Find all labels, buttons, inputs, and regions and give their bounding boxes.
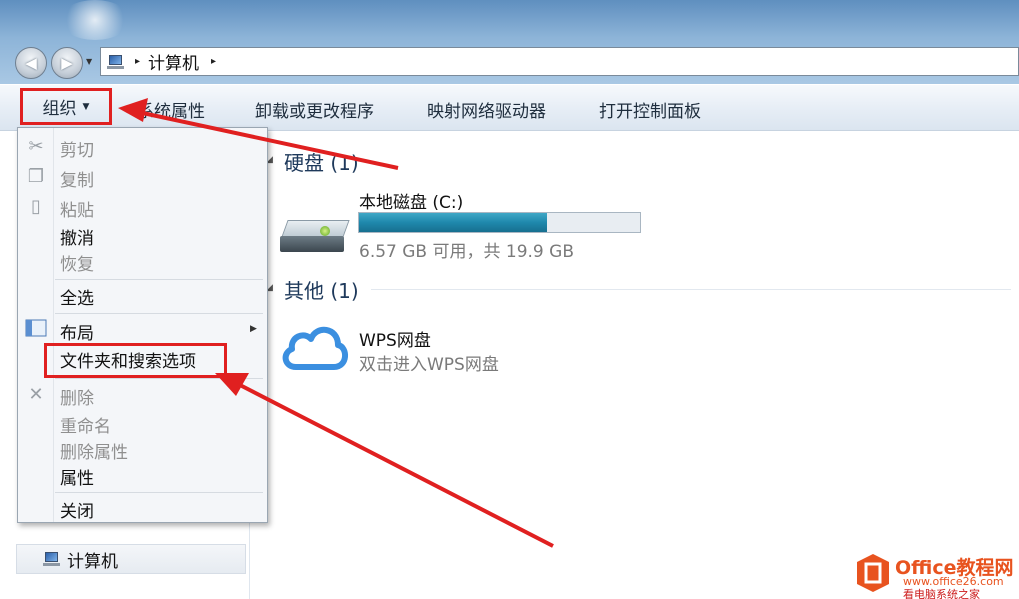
group-header-hard-disks[interactable]: 硬盘 (1)	[284, 147, 371, 176]
drive-name[interactable]: 本地磁盘 (C:)	[359, 188, 463, 213]
arrow-left-icon: ◀	[25, 54, 37, 72]
menu-separator	[55, 279, 263, 280]
breadcrumb-trailing-separator-icon[interactable]: ▸	[211, 56, 216, 67]
group-title: 硬盘 (1)	[284, 151, 359, 175]
menu-separator	[55, 313, 263, 314]
annotation-highlight-box	[44, 343, 227, 378]
paste-icon: ▯	[31, 195, 41, 217]
submenu-arrow-icon: ▶	[250, 324, 257, 334]
computer-icon	[43, 552, 61, 566]
menu-item-properties[interactable]: 属性	[60, 464, 94, 489]
breadcrumb-computer[interactable]: 计算机	[148, 49, 199, 74]
address-bar[interactable]: ▸ 计算机 ▸	[100, 47, 1019, 76]
content-pane: ◢ 硬盘 (1) 本地磁盘 (C:) 6.57 GB 可用，共 19.9 GB …	[262, 131, 1019, 599]
watermark: Office教程网 www.office26.com 看电脑系统之家	[855, 551, 1019, 599]
wps-drive-description: 双击进入WPS网盘	[359, 355, 499, 375]
history-dropdown-icon[interactable]: ▼	[86, 57, 92, 66]
delete-icon: ✕	[28, 383, 44, 405]
menu-item-layout[interactable]: 布局	[60, 319, 94, 344]
organize-label: 组织	[42, 99, 77, 119]
back-button[interactable]: ◀	[15, 47, 47, 79]
menu-item-paste[interactable]: 粘贴	[60, 196, 94, 221]
command-bar: 组织 ▼ 系统属性 卸载或更改程序 映射网络驱动器 打开控制面板	[0, 85, 1019, 131]
organize-menu: ✂ 剪切 ❐ 复制 ▯ 粘贴 撤消 恢复 全选 布局 ▶ 文件夹和搜索选项 ✕ …	[17, 127, 268, 523]
wps-drive-name[interactable]: WPS网盘	[359, 326, 431, 351]
copy-icon: ❐	[27, 165, 45, 187]
menu-separator	[55, 492, 263, 493]
menu-item-copy[interactable]: 复制	[60, 166, 94, 191]
computer-icon	[107, 54, 125, 69]
drive-usage-fill	[359, 213, 548, 232]
menu-item-close[interactable]: 关闭	[60, 497, 94, 522]
menu-item-cut[interactable]: 剪切	[60, 136, 94, 161]
menu-item-delete[interactable]: 删除	[60, 384, 94, 409]
menu-item-redo[interactable]: 恢复	[60, 250, 94, 275]
drive-space-info: 6.57 GB 可用，共 19.9 GB	[359, 242, 574, 262]
scissors-icon: ✂	[28, 135, 44, 157]
drive-usage-bar	[358, 212, 641, 233]
map-network-drive-button[interactable]: 映射网络驱动器	[427, 97, 546, 122]
arrow-right-icon: ▶	[61, 54, 73, 72]
system-properties-button[interactable]: 系统属性	[137, 97, 205, 122]
group-title: 其他 (1)	[284, 279, 359, 303]
menu-item-select-all[interactable]: 全选	[60, 284, 94, 309]
office-logo-icon	[857, 554, 889, 592]
cloud-icon[interactable]	[278, 319, 350, 375]
watermark-site: 看电脑系统之家	[903, 588, 980, 599]
open-control-panel-button[interactable]: 打开控制面板	[599, 97, 701, 122]
chevron-down-icon: ▼	[82, 101, 90, 112]
group-header-other[interactable]: 其他 (1)	[284, 275, 1011, 304]
hard-drive-icon[interactable]	[280, 216, 350, 256]
menu-separator	[55, 378, 263, 379]
nav-item-label: 计算机	[67, 551, 118, 572]
aero-glow	[60, 0, 130, 40]
breadcrumb-separator-icon[interactable]: ▸	[135, 56, 140, 67]
layout-icon	[24, 317, 48, 339]
menu-item-remove-properties[interactable]: 删除属性	[60, 438, 128, 463]
organize-button[interactable]: 组织 ▼	[20, 88, 112, 125]
uninstall-program-button[interactable]: 卸载或更改程序	[255, 97, 374, 122]
menu-item-undo[interactable]: 撤消	[60, 224, 94, 249]
nav-item-computer[interactable]: 计算机	[16, 544, 246, 574]
forward-button[interactable]: ▶	[51, 47, 83, 79]
menu-item-rename[interactable]: 重命名	[60, 412, 111, 437]
